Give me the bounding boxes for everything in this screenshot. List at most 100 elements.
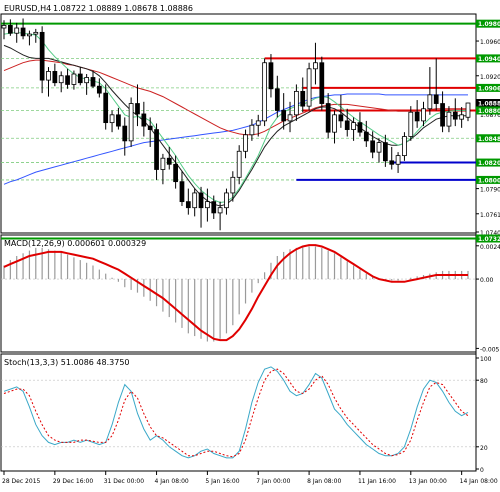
stoch-tick-label: 0 bbox=[480, 467, 484, 474]
candle-body bbox=[274, 88, 280, 111]
candle-body bbox=[52, 71, 58, 84]
macd-tick-label: 0.00 bbox=[480, 277, 494, 284]
time-tick-label: 13 Jan 00:00 bbox=[409, 478, 447, 485]
candle-body bbox=[325, 103, 331, 133]
candle-body bbox=[395, 155, 401, 165]
macd-indicator: 0.002452 0.00 -0.005109 bbox=[1, 244, 500, 353]
candle-body bbox=[192, 192, 198, 209]
candle-body bbox=[389, 160, 395, 165]
candle-body bbox=[376, 142, 382, 153]
time-tick-label: 8 Jan 08:00 bbox=[307, 478, 341, 485]
candle-body bbox=[268, 62, 274, 90]
candle-body bbox=[459, 114, 465, 120]
candle-body bbox=[338, 114, 344, 122]
candle-body bbox=[433, 94, 439, 104]
candle-body bbox=[351, 122, 356, 130]
stoch-title: Stoch(13,3,3) 51.0086 48.3750 bbox=[4, 358, 130, 367]
price-tag-label: 1.08480 bbox=[478, 136, 500, 143]
price-tag-label: 1.09060 bbox=[478, 85, 500, 92]
candle-body bbox=[103, 92, 109, 124]
candle-body bbox=[128, 103, 134, 142]
macd-tick-label: 0.002452 bbox=[480, 244, 500, 251]
candle-body bbox=[147, 125, 153, 130]
candle-body bbox=[58, 75, 64, 84]
candle-body bbox=[344, 120, 350, 130]
price-axis: 1.09601.09201.08761.08471.07901.07611.07… bbox=[476, 19, 500, 243]
candle-body bbox=[65, 75, 70, 85]
candle-body bbox=[224, 192, 229, 209]
candle-body bbox=[154, 129, 159, 170]
time-tick-label: 28 Dec 2015 bbox=[2, 478, 41, 485]
candle-body bbox=[185, 201, 191, 209]
candle-body bbox=[427, 94, 433, 110]
candle-body bbox=[243, 134, 248, 152]
candle-body bbox=[84, 77, 90, 84]
candle-body bbox=[1, 25, 7, 29]
candle-body bbox=[46, 71, 51, 81]
candle-body bbox=[71, 73, 77, 85]
price-tick-label: 1.0761 bbox=[480, 212, 500, 219]
candle-body bbox=[465, 102, 471, 118]
candle-body bbox=[294, 90, 299, 116]
price-tag-label: 1.07325 bbox=[478, 236, 500, 243]
candle-body bbox=[173, 163, 178, 183]
candle-body bbox=[14, 27, 20, 34]
candle-body bbox=[96, 85, 102, 94]
candle-body bbox=[236, 150, 242, 178]
price-tag-label: 1.08886 bbox=[478, 101, 500, 108]
candle-body bbox=[446, 111, 452, 127]
price-tick-label: 1.0960 bbox=[480, 39, 500, 46]
time-axis: 28 Dec 2015 29 Dec 16:00 31 Dec 00:00 4 Jan… bbox=[2, 471, 498, 485]
price-levels bbox=[1, 22, 476, 240]
price-tag-label: 1.09400 bbox=[478, 56, 500, 63]
chart-window: 1.09601.09201.08761.08471.07901.07611.07… bbox=[0, 0, 500, 488]
candle-body bbox=[211, 201, 217, 214]
candle-body bbox=[300, 90, 306, 107]
candle-body bbox=[198, 192, 204, 209]
candle-body bbox=[39, 31, 45, 81]
stoch-tick-label: 100 bbox=[480, 356, 492, 363]
candle-body bbox=[287, 114, 293, 122]
candle-body bbox=[116, 114, 121, 127]
ohlc-readout: 1.08722 1.08889 1.08678 1.08886 bbox=[53, 4, 193, 13]
price-tag-label: 1.08800 bbox=[478, 108, 500, 115]
candles bbox=[1, 18, 471, 231]
candle-body bbox=[440, 103, 445, 127]
symbol-title: EURUSD,H4 bbox=[4, 4, 51, 13]
moving-average-line bbox=[3, 44, 468, 207]
candle-body bbox=[205, 201, 210, 209]
candle-body bbox=[135, 103, 140, 115]
macd-tick-label: -0.005109 bbox=[480, 346, 500, 353]
candle-body bbox=[217, 207, 223, 214]
stoch-tick-label: 20 bbox=[480, 445, 488, 452]
stoch-main-line bbox=[3, 366, 469, 459]
time-tick-label: 29 Dec 16:00 bbox=[53, 478, 94, 485]
price-tag-label: 1.08200 bbox=[478, 160, 500, 167]
candle-body bbox=[370, 140, 376, 153]
candle-body bbox=[141, 113, 147, 127]
candle-body bbox=[166, 157, 172, 165]
candle-body bbox=[306, 68, 312, 107]
candle-body bbox=[262, 62, 267, 122]
candle-body bbox=[77, 73, 83, 84]
time-tick-label: 11 Jan 16:00 bbox=[358, 478, 396, 485]
candle-body bbox=[179, 181, 185, 203]
candle-body bbox=[160, 157, 166, 170]
candle-body bbox=[7, 25, 13, 34]
chart-canvas: 1.09601.09201.08761.08471.07901.07611.07… bbox=[0, 4, 500, 485]
price-panel-frame bbox=[0, 13, 477, 234]
candle-body bbox=[313, 62, 318, 70]
candle-body bbox=[319, 62, 325, 104]
macd-panel-frame bbox=[0, 234, 477, 353]
stoch-tick-label: 80 bbox=[480, 378, 488, 385]
candle-body bbox=[33, 31, 39, 35]
candle-body bbox=[402, 136, 407, 157]
candle-body bbox=[363, 131, 369, 142]
price-grid bbox=[1, 23, 476, 239]
candle-body bbox=[109, 114, 115, 124]
time-tick-label: 31 Dec 00:00 bbox=[104, 478, 145, 485]
candle-body bbox=[421, 108, 426, 122]
time-tick-label: 14 Jan 08:00 bbox=[460, 478, 498, 485]
candle-body bbox=[27, 33, 32, 37]
time-tick-label: 7 Jan 00:00 bbox=[256, 478, 290, 485]
